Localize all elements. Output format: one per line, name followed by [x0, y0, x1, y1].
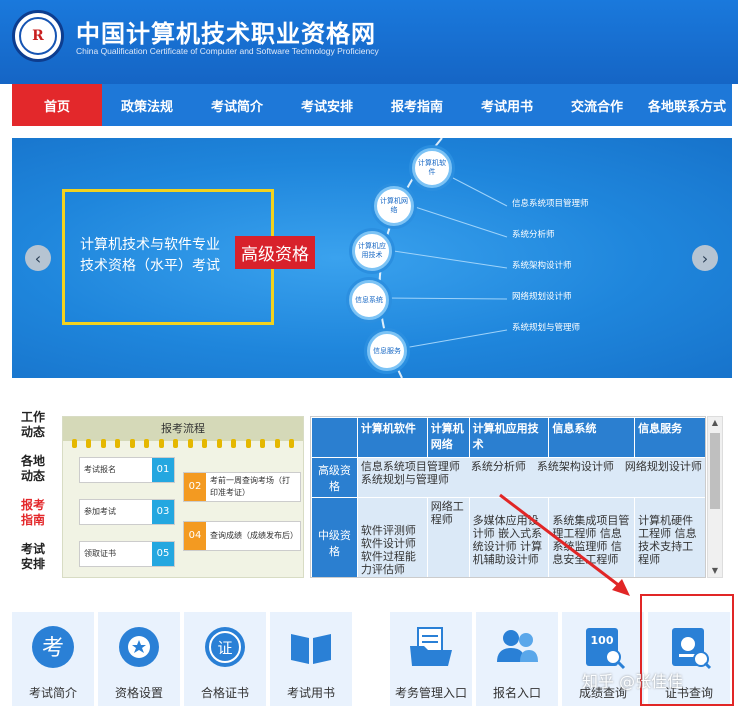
annotation-arrow-line [499, 493, 626, 592]
page-root: R 中国计算机技术职业资格网 China Qualification Certi… [0, 0, 738, 710]
annotation-overlay [499, 493, 630, 596]
watermark: 知乎 @张佳佳 [582, 672, 684, 691]
